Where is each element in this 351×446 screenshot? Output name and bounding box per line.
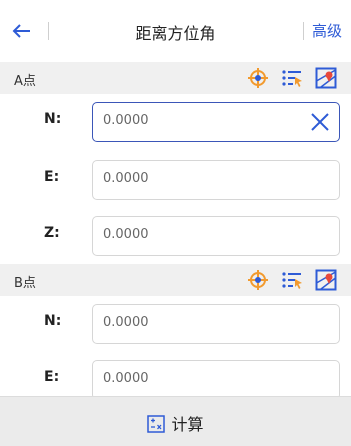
list-select-icon[interactable] — [281, 67, 303, 89]
point-b-n-row: N: 0.0000 — [0, 296, 351, 350]
point-a-n-row: N: 0.0000 — [0, 94, 351, 148]
locate-icon[interactable] — [247, 67, 269, 89]
calculate-button[interactable]: 计算 — [0, 411, 351, 435]
calculate-label: 计算 — [171, 415, 204, 434]
calculator-icon — [147, 415, 166, 433]
field-label: E: — [44, 369, 60, 385]
point-a-z-input[interactable]: 0.0000 — [92, 216, 340, 256]
section-label: A点 — [14, 74, 36, 89]
map-pick-icon[interactable] — [315, 67, 337, 89]
page-title: 距离方位角 — [135, 24, 216, 43]
list-select-icon[interactable] — [281, 269, 303, 291]
point-b-n-input[interactable]: 0.0000 — [92, 304, 340, 344]
field-label: N: — [44, 111, 62, 127]
header-divider — [303, 22, 304, 40]
input-value: 0.0000 — [103, 113, 149, 128]
section-point-a: A点 — [0, 62, 351, 94]
point-a-z-row: Z: 0.0000 — [0, 208, 351, 262]
field-label: N: — [44, 313, 62, 329]
bottom-bar: 计算 — [0, 396, 351, 446]
title-bar: 距离方位角 高级 — [0, 0, 351, 62]
section-point-b: B点 — [0, 264, 351, 296]
input-value: 0.0000 — [103, 171, 149, 186]
locate-icon[interactable] — [247, 269, 269, 291]
map-pick-icon[interactable] — [315, 269, 337, 291]
input-value: 0.0000 — [103, 315, 149, 330]
field-label: E: — [44, 169, 60, 185]
point-a-e-row: E: 0.0000 — [0, 152, 351, 206]
field-label: Z: — [44, 225, 60, 241]
point-a-e-input[interactable]: 0.0000 — [92, 160, 340, 200]
point-b-e-input[interactable]: 0.0000 — [92, 360, 340, 400]
point-a-n-input[interactable]: 0.0000 — [92, 102, 340, 142]
advanced-button[interactable]: 高级 — [312, 20, 342, 41]
input-value: 0.0000 — [103, 227, 149, 242]
clear-icon[interactable] — [309, 111, 331, 133]
section-label: B点 — [14, 276, 36, 291]
input-value: 0.0000 — [103, 371, 149, 386]
